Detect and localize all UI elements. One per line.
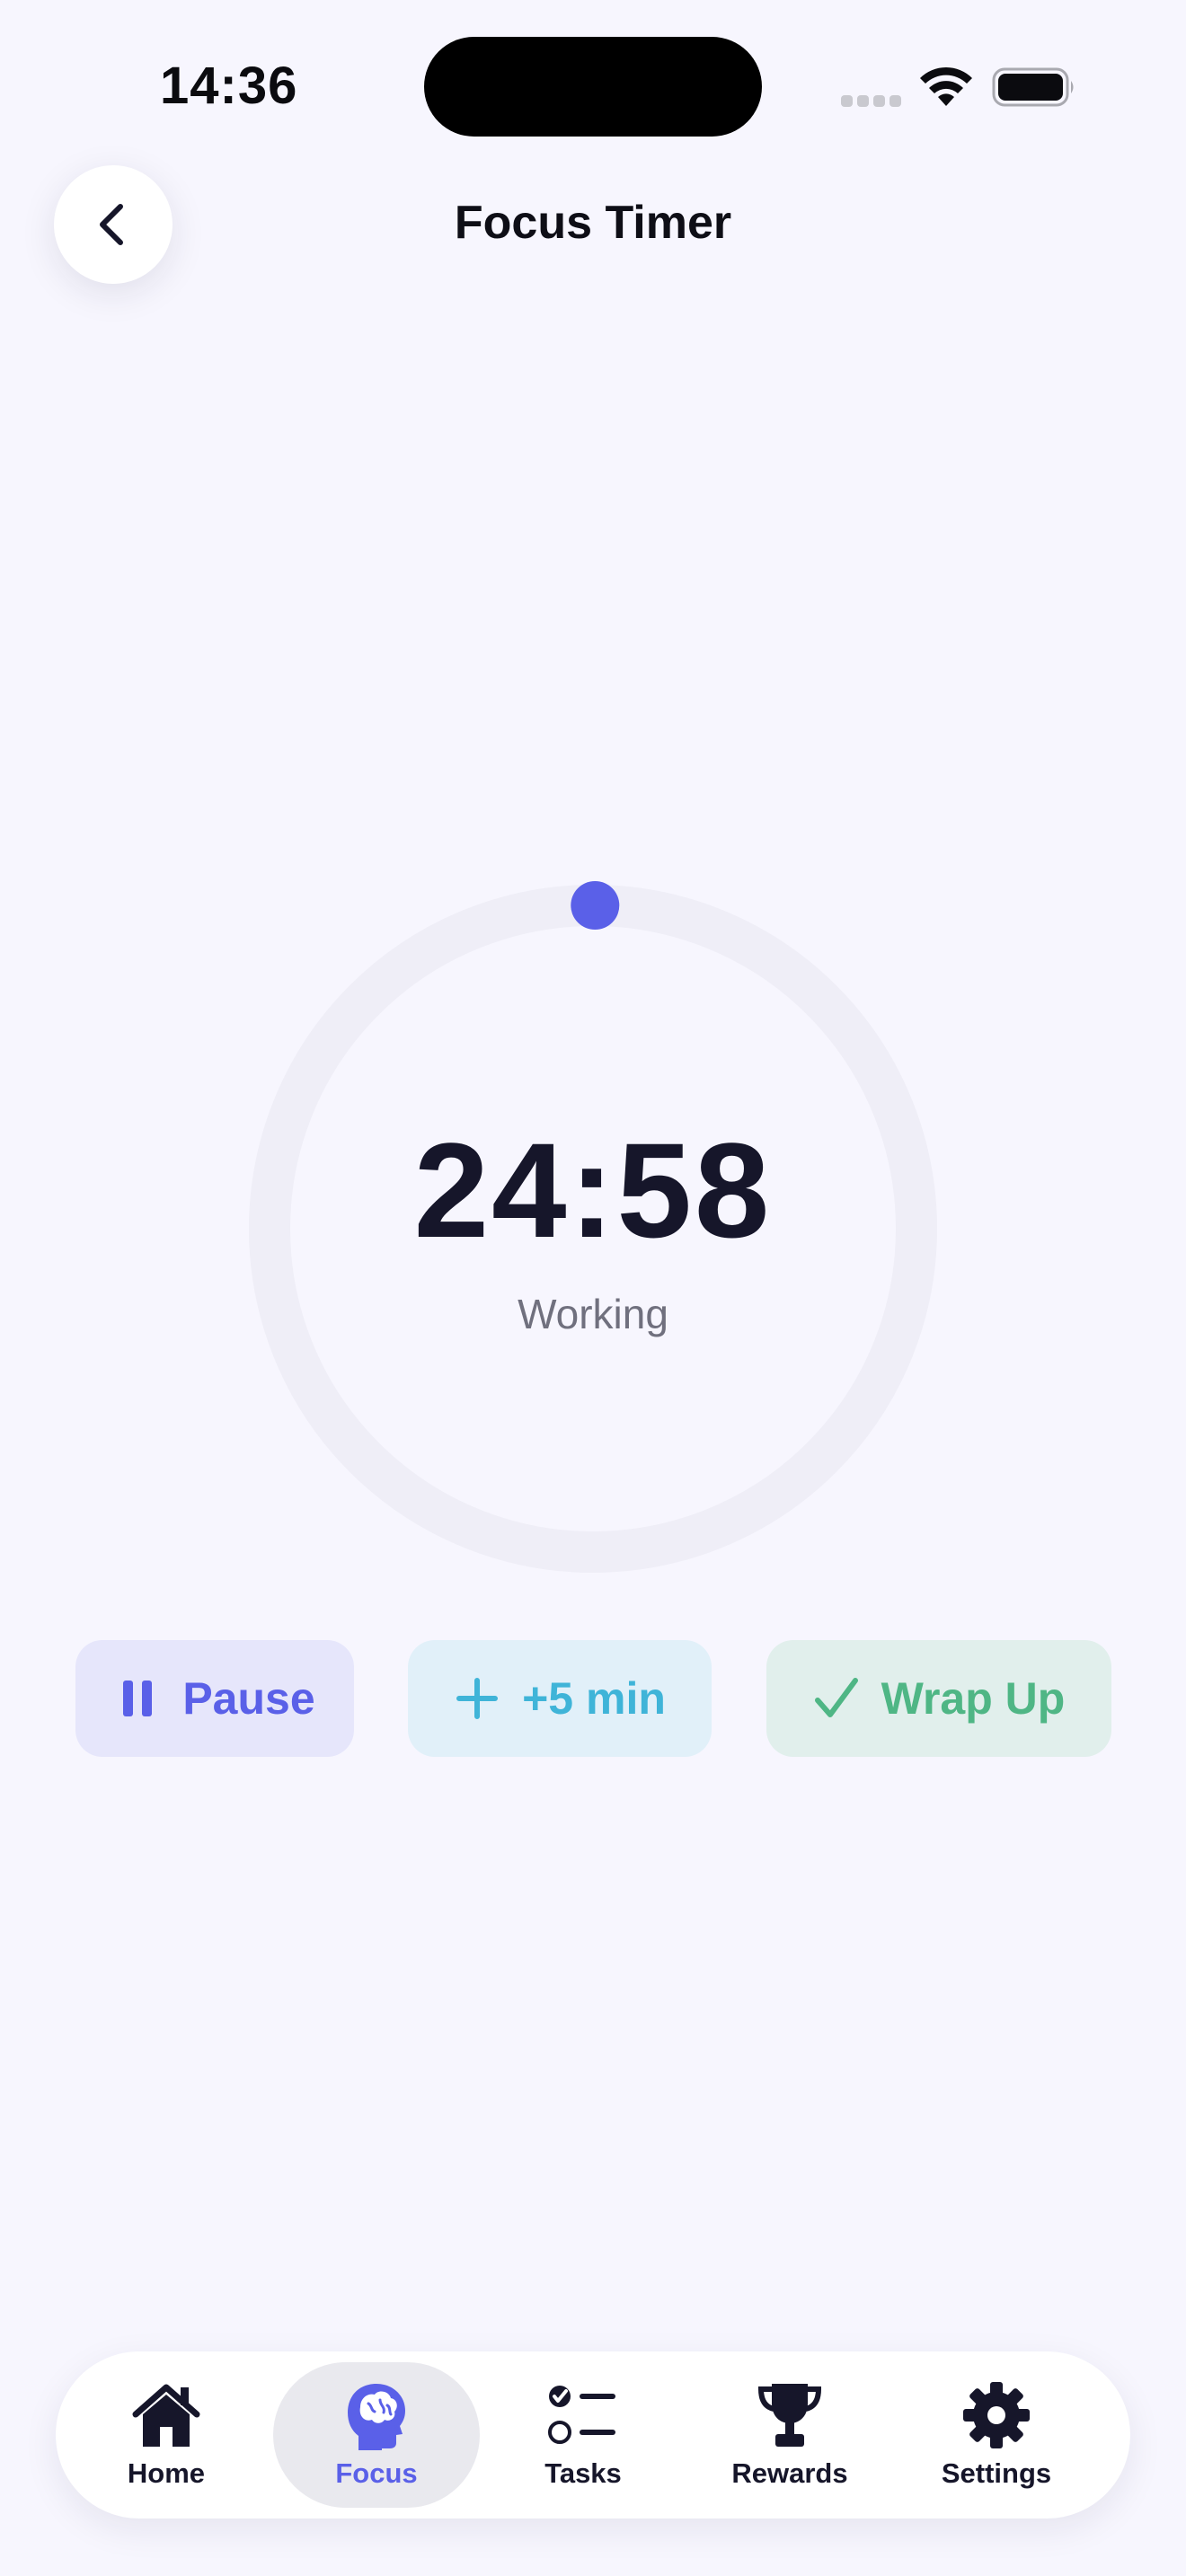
wrap-up-label: Wrap Up (881, 1673, 1066, 1724)
add-five-minutes-button[interactable]: +5 min (408, 1640, 712, 1757)
focus-timer-screen: 14:36 Focus Timer 24:58 Working Pause +5… (0, 0, 1186, 2576)
wrap-up-button[interactable]: Wrap Up (766, 1640, 1111, 1757)
timer-ring: 24:58 Working (244, 880, 942, 1577)
checkmark-icon (814, 1678, 858, 1717)
plus-icon (456, 1678, 499, 1719)
tab-rewards[interactable]: Rewards (686, 2362, 893, 2508)
dynamic-island (424, 37, 762, 137)
house-icon (132, 2384, 200, 2447)
tab-rewards-label: Rewards (731, 2457, 848, 2489)
tab-tasks[interactable]: Tasks (480, 2362, 686, 2508)
battery-icon (992, 67, 1074, 107)
pause-button[interactable]: Pause (75, 1640, 354, 1757)
gear-icon (963, 2382, 1030, 2448)
tab-tasks-label: Tasks (544, 2457, 622, 2489)
tab-focus[interactable]: Focus (273, 2362, 480, 2508)
pause-icon (123, 1681, 153, 1716)
status-time: 14:36 (160, 57, 298, 115)
tab-settings[interactable]: Settings (893, 2362, 1100, 2508)
tab-home[interactable]: Home (63, 2362, 270, 2508)
tab-bar: Home Focus Tasks Rewards Settings (56, 2351, 1130, 2519)
page-title: Focus Timer (454, 197, 732, 249)
trophy-icon (757, 2384, 822, 2447)
back-button[interactable] (54, 165, 173, 284)
status-bar: 14:36 (0, 0, 1186, 144)
timer-value: 24:58 (413, 1115, 773, 1266)
cellular-signal-icon (841, 95, 902, 108)
pause-label: Pause (182, 1673, 315, 1724)
tab-settings-label: Settings (941, 2457, 1052, 2489)
add-time-label: +5 min (522, 1673, 666, 1724)
progress-knob (571, 881, 620, 930)
tab-home-label: Home (127, 2457, 206, 2489)
chevron-left-icon (100, 204, 123, 245)
wifi-icon (920, 66, 972, 106)
checklist-icon (548, 2386, 615, 2444)
tab-focus-label: Focus (335, 2457, 418, 2489)
brain-head-icon (348, 2384, 405, 2450)
timer-status: Working (518, 1291, 668, 1337)
